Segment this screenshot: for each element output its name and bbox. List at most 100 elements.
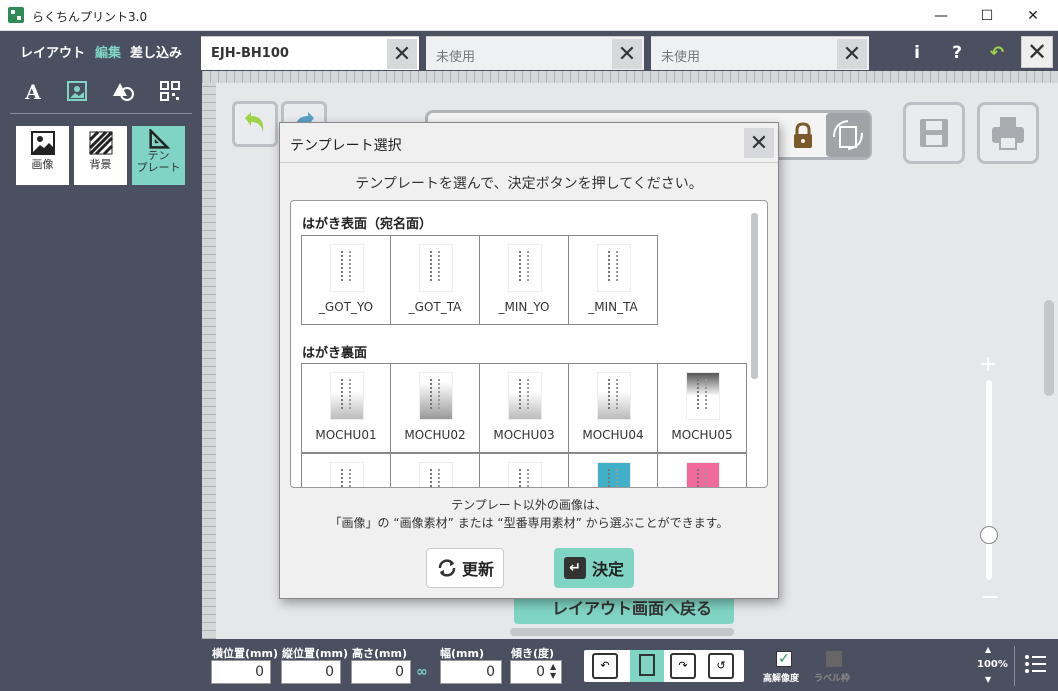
dialog-close-button[interactable]: ✕ (744, 128, 774, 158)
vertical-scrollbar[interactable] (1044, 300, 1054, 396)
y-position-input[interactable]: 0 (281, 660, 341, 684)
orientation-group: ↶ ↷ ↺ (584, 650, 744, 682)
image-button-label: 画像 (31, 158, 54, 171)
template-button-label: テン プレート (136, 149, 181, 174)
ruler-top (202, 71, 1058, 83)
template-name: _GOT_YO (318, 300, 374, 314)
text-tool-icon[interactable]: A (18, 80, 48, 104)
divider (10, 113, 192, 114)
list-menu-icon[interactable] (1024, 652, 1048, 679)
template-thumbnail (419, 462, 453, 487)
flip-icon[interactable]: ↺ (708, 653, 734, 679)
rotate-button[interactable] (826, 113, 870, 157)
template-item[interactable]: _GOT_YO (302, 236, 391, 325)
dialog-title: テンプレート選択 (290, 138, 402, 154)
maximize-button[interactable]: ☐ (964, 0, 1010, 31)
template-thumbnail (419, 244, 453, 292)
tab-close-icon[interactable]: ✕ (612, 39, 642, 69)
tab-close-icon[interactable]: ✕ (387, 39, 417, 69)
menu-layout[interactable]: レイアウト (20, 42, 85, 61)
template-grid-front: _GOT_YO _GOT_TA _MIN_YO _MIN_TA (301, 235, 658, 325)
portrait-icon[interactable] (630, 650, 664, 682)
rotate-right-icon[interactable]: ↷ (670, 653, 696, 679)
section-heading-back: はがき裏面 (302, 346, 368, 361)
zoom-up-icon[interactable]: ▲ (985, 645, 991, 654)
help-icon[interactable]: ? (942, 40, 972, 66)
template-name: MOCHU04 (582, 428, 644, 442)
printer-icon (992, 117, 1024, 150)
label-frame-checkbox[interactable] (826, 651, 842, 667)
refresh-button[interactable]: 更新 (426, 548, 504, 588)
zoom-slider-track[interactable] (986, 380, 992, 580)
zoom-level: 100% (977, 659, 1008, 670)
rotate-left-icon[interactable]: ↶ (592, 653, 618, 679)
image-tool-icon[interactable] (62, 80, 92, 104)
y-position-label: 縦位置(mm) (282, 647, 348, 660)
image-button[interactable]: 画像 (16, 126, 69, 185)
menu-edit[interactable]: 編集 (95, 42, 121, 61)
template-thumbnail (330, 372, 364, 420)
template-name: MOCHU05 (671, 428, 733, 442)
background-button-label: 背景 (89, 158, 112, 171)
template-name: _MIN_YO (498, 300, 550, 314)
x-position-input[interactable]: 0 (211, 660, 271, 684)
height-input[interactable]: 0 (351, 660, 411, 684)
x-position-label: 横位置(mm) (212, 647, 278, 660)
floppy-icon (920, 119, 948, 147)
background-button[interactable]: 背景 (74, 126, 127, 185)
qrcode-tool-icon[interactable] (155, 80, 185, 104)
save-button[interactable] (903, 102, 965, 164)
minimize-button[interactable]: — (918, 0, 964, 31)
shape-tool-icon[interactable] (108, 80, 138, 104)
template-item[interactable]: MOCHU04 (569, 364, 658, 453)
lock-icon[interactable] (790, 122, 816, 150)
template-button[interactable]: テン プレート (132, 126, 185, 185)
dialog-note-line1: テンプレート以外の画像は、 (451, 498, 607, 512)
set-square-icon (148, 129, 170, 149)
zoom-out-icon[interactable]: − (981, 585, 999, 610)
undo-button[interactable] (232, 101, 278, 147)
close-editor-button[interactable]: ✕ (1021, 36, 1053, 68)
template-item[interactable] (302, 454, 391, 487)
horizontal-scrollbar[interactable] (510, 628, 734, 636)
template-item[interactable]: MOCHU01 (302, 364, 391, 453)
zoom-slider-thumb[interactable] (980, 526, 998, 544)
template-thumbnail (508, 372, 542, 420)
width-input[interactable]: 0 (440, 660, 502, 684)
hires-checkbox[interactable]: ✓ (776, 651, 792, 667)
template-item[interactable]: MOCHU02 (391, 364, 480, 453)
angle-stepper-icon[interactable]: ▲ ▼ (550, 662, 556, 680)
tab-1[interactable]: EJH-BH100 ✕ (201, 36, 419, 70)
app-title: らくちんプリント3.0 (32, 10, 148, 24)
template-item[interactable] (658, 454, 747, 487)
template-thumbnail (686, 372, 720, 420)
zoom-down-icon[interactable]: ▼ (985, 675, 991, 684)
tab-label: EJH-BH100 (211, 46, 289, 61)
template-item[interactable]: MOCHU03 (480, 364, 569, 453)
tab-2[interactable]: 未使用 ✕ (426, 36, 644, 70)
template-item[interactable]: _GOT_TA (391, 236, 480, 325)
divider (1014, 646, 1015, 686)
tab-3[interactable]: 未使用 ✕ (651, 36, 869, 70)
template-item[interactable] (480, 454, 569, 487)
template-item[interactable]: _MIN_YO (480, 236, 569, 325)
tab-close-icon[interactable]: ✕ (837, 39, 867, 69)
template-item[interactable]: _MIN_TA (569, 236, 658, 325)
undo-header-icon[interactable]: ↶ (982, 40, 1012, 66)
template-item[interactable] (569, 454, 658, 487)
undo-icon (245, 112, 264, 132)
confirm-button[interactable]: ↵ 決定 (554, 548, 634, 588)
width-label: 幅(mm) (440, 647, 484, 660)
template-item[interactable] (391, 454, 480, 487)
menu-merge[interactable]: 差し込み (130, 42, 182, 61)
template-item[interactable]: MOCHU05 (658, 364, 747, 453)
zoom-in-icon[interactable]: + (979, 352, 997, 377)
window-close-button[interactable]: ✕ (1010, 0, 1056, 31)
info-icon[interactable]: i (902, 40, 932, 66)
template-list[interactable]: はがき表面（宛名面） _GOT_YO _GOT_TA _MIN_YO _MIN_… (290, 200, 768, 488)
print-button[interactable] (977, 102, 1039, 164)
link-icon[interactable]: ∞ (416, 664, 428, 680)
template-thumbnail (330, 462, 364, 487)
picture-icon (30, 131, 55, 155)
list-scrollbar[interactable] (751, 213, 758, 379)
